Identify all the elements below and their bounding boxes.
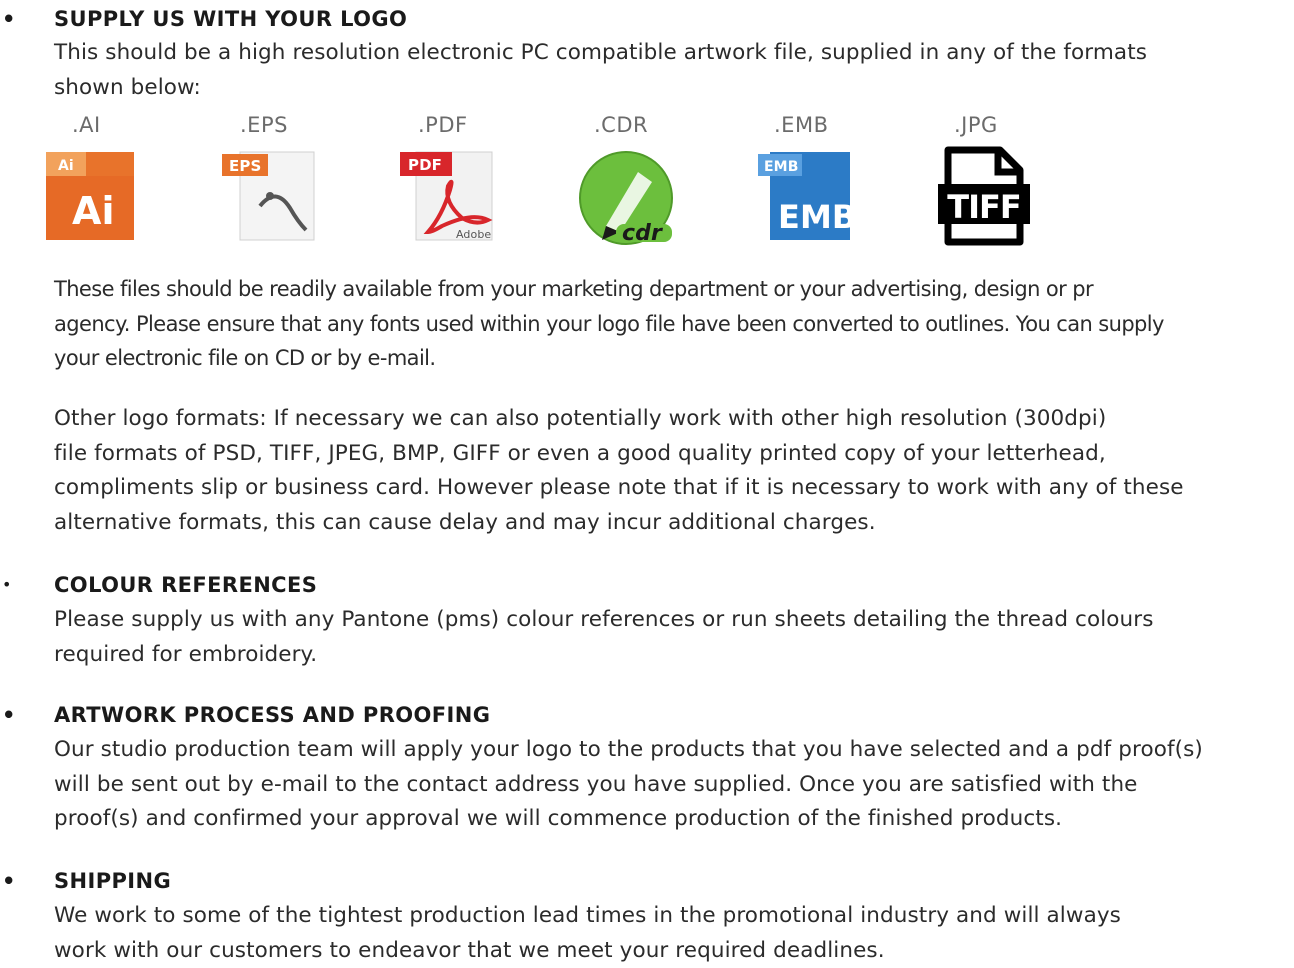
text-line: work with our customers to endeavor that… xyxy=(54,937,885,963)
other-formats-paragraph: Other logo formats: If necessary we can … xyxy=(54,402,1290,540)
format-label-pdf: .PDF xyxy=(418,113,468,137)
pdf-brand-text: Adobe xyxy=(456,228,491,241)
logo-intro-paragraph: This should be a high resolution electro… xyxy=(54,36,1290,105)
text-line: These files should be readily available … xyxy=(54,277,1094,301)
section-title: ARTWORK PROCESS AND PROOFING xyxy=(54,703,491,727)
text-line: Other logo formats: If necessary we can … xyxy=(54,406,1107,431)
text-line: file formats of PSD, TIFF, JPEG, BMP, GI… xyxy=(54,440,1106,466)
text-line: We work to some of the tightest producti… xyxy=(54,903,1121,928)
bullet: • xyxy=(2,7,16,31)
format-label-eps: .EPS xyxy=(240,113,288,137)
eps-tab-text: EPS xyxy=(229,157,261,175)
format-label-emb: .EMB xyxy=(774,113,829,137)
format-label-cdr: .CDR xyxy=(594,113,649,137)
illustrator-file-icon: Ai Ai xyxy=(46,152,134,240)
tiff-file-icon: TIFF xyxy=(938,146,1030,246)
text-line: proof(s) and confirmed your approval we … xyxy=(54,806,1063,831)
shipping-paragraph: We work to some of the tightest producti… xyxy=(54,899,1290,968)
text-line: required for embroidery. xyxy=(54,641,318,667)
document-page: • SUPPLY US WITH YOUR LOGO This should b… xyxy=(0,0,1294,968)
bullet: • xyxy=(2,703,16,727)
format-label-ai: .AI xyxy=(72,113,101,137)
text-line: shown below: xyxy=(54,74,201,100)
ai-main-text: Ai xyxy=(72,189,115,233)
bullet: • xyxy=(2,869,16,893)
cdr-text: cdr xyxy=(622,221,663,246)
text-line: This should be a high resolution electro… xyxy=(54,40,1148,65)
colour-paragraph: Please supply us with any Pantone (pms) … xyxy=(54,603,1290,672)
format-label-jpg: .JPG xyxy=(954,113,998,137)
section-title: COLOUR REFERENCES xyxy=(54,573,318,597)
text-line: will be sent out by e-mail to the contac… xyxy=(54,771,1138,797)
eps-file-icon: EPS xyxy=(222,151,315,241)
section-title: SHIPPING xyxy=(54,869,172,893)
coreldraw-file-icon: cdr xyxy=(579,151,673,246)
text-line: alternative formats, this can cause dela… xyxy=(54,509,876,535)
bullet: • xyxy=(2,575,12,594)
pdf-file-icon: PDF Adobe xyxy=(400,151,493,241)
text-line: agency. Please ensure that any fonts use… xyxy=(54,311,1164,336)
ai-tab-text: Ai xyxy=(58,158,74,174)
emb-file-icon: EMB EMB xyxy=(758,152,856,240)
section-title: SUPPLY US WITH YOUR LOGO xyxy=(54,7,408,31)
format-icons-row: .AI Ai Ai .EPS EPS .PDF PDF Adobe .CDR c… xyxy=(0,110,1100,250)
pdf-tab-text: PDF xyxy=(408,156,442,174)
text-line: compliments slip or business card. Howev… xyxy=(54,475,1184,500)
tiff-text: TIFF xyxy=(947,188,1020,226)
text-line: Please supply us with any Pantone (pms) … xyxy=(54,607,1154,632)
emb-tab-text: EMB xyxy=(764,159,798,175)
emb-main-text: EMB xyxy=(778,198,856,236)
text-line: Our studio production team will apply yo… xyxy=(54,737,1203,762)
text-line: your electronic file on CD or by e-mail. xyxy=(54,346,436,370)
logo-files-paragraph: These files should be readily available … xyxy=(54,272,1290,376)
artwork-paragraph: Our studio production team will apply yo… xyxy=(54,733,1290,837)
